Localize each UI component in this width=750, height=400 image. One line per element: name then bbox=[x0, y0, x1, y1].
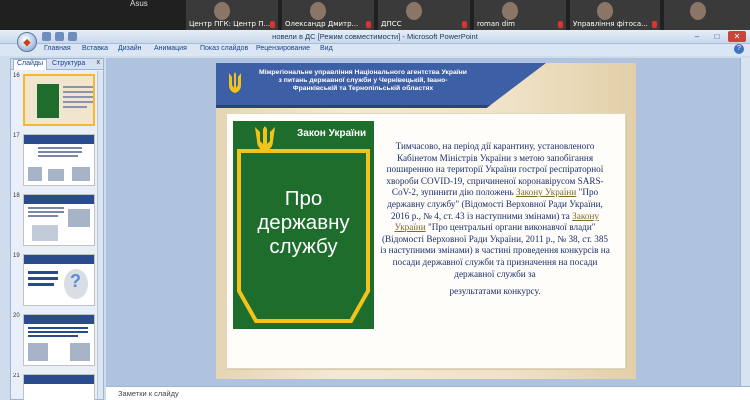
mic-muted-icon bbox=[558, 21, 563, 28]
tab-animation[interactable]: Анимация bbox=[154, 45, 187, 52]
slide-thumbnail[interactable] bbox=[23, 134, 95, 186]
screen: Asus Центр ПГК: Центр П... Олександр Дми… bbox=[0, 0, 750, 400]
slide-thumbnail[interactable]: ? bbox=[23, 254, 95, 306]
question-mark-icon: ? bbox=[70, 271, 81, 291]
minimize-button[interactable]: – bbox=[688, 31, 706, 42]
tab-review[interactable]: Рецензирование bbox=[256, 45, 310, 52]
participant-name: Центр ПГК: Центр П... bbox=[189, 20, 271, 28]
participant-avatar bbox=[405, 2, 422, 20]
book-law-label: Закон України bbox=[297, 128, 367, 139]
book-title: Про державну службу bbox=[257, 187, 350, 258]
participant-name: Олександр Дмитр... bbox=[285, 20, 359, 28]
ribbon-tabs: Главная Вставка Дизайн Анимация Показ сл… bbox=[0, 44, 750, 56]
tab-design[interactable]: Дизайн bbox=[118, 45, 142, 52]
slide-thumbnail[interactable] bbox=[23, 194, 95, 246]
tab-home[interactable]: Главная bbox=[44, 45, 71, 52]
trident-icon bbox=[229, 72, 241, 93]
participant-name: ДПСС bbox=[381, 20, 402, 28]
participant-avatar bbox=[501, 2, 518, 20]
slide-number: 18 bbox=[13, 193, 20, 199]
slide-thumbnail[interactable] bbox=[23, 314, 95, 366]
window-controls: – □ ✕ bbox=[688, 31, 746, 42]
trident-emblem-icon bbox=[255, 126, 275, 151]
office-logo-icon: ◆ bbox=[23, 36, 31, 47]
tab-view[interactable]: Вид bbox=[320, 45, 333, 52]
notes-area[interactable]: Заметки к слайду bbox=[106, 386, 750, 400]
slide-editing-area: Міжрегіональне управління Національного … bbox=[106, 58, 750, 386]
slide-number: 16 bbox=[13, 73, 20, 79]
tab-slideshow[interactable]: Показ слайдов bbox=[200, 45, 248, 52]
participant-avatar bbox=[597, 2, 613, 20]
book-thumbnail-image bbox=[37, 84, 59, 118]
office-button[interactable]: ◆ bbox=[17, 32, 37, 52]
slide-thumbnail[interactable] bbox=[23, 374, 95, 400]
tab-outline[interactable]: Структура bbox=[49, 60, 88, 67]
participant-avatar bbox=[309, 2, 326, 20]
slides-panel-tabs: Слайды Структура x bbox=[11, 59, 103, 70]
editor-scrollbar[interactable] bbox=[740, 58, 750, 386]
slide-thumbnail-row[interactable]: 17 bbox=[11, 133, 103, 191]
device-label: Asus bbox=[130, 0, 148, 8]
participant-avatar bbox=[689, 2, 706, 20]
slide-thumbnail-row[interactable]: 18 bbox=[11, 193, 103, 251]
current-slide[interactable]: Міжрегіональне управління Національного … bbox=[216, 63, 636, 379]
slides-panel: Слайды Структура x 16 17 18 19 ? 20 21 bbox=[10, 58, 104, 400]
help-icon[interactable]: ? bbox=[734, 44, 744, 54]
slide-thumbnail[interactable] bbox=[23, 74, 95, 126]
participant-name: roman dim bbox=[477, 20, 515, 28]
participant-tile[interactable]: Управління фітоса... bbox=[570, 0, 660, 30]
slide-header-text: Міжрегіональне управління Національного … bbox=[259, 69, 467, 92]
video-conference-strip: Asus Центр ПГК: Центр П... Олександр Дми… bbox=[0, 0, 750, 30]
slides-panel-scrollbar[interactable] bbox=[97, 71, 103, 399]
participant-name: Управління фітоса... bbox=[573, 20, 648, 28]
slide-number: 21 bbox=[13, 373, 20, 379]
participant-tile[interactable]: Центр ПГК: Центр П... bbox=[186, 0, 278, 30]
close-button[interactable]: ✕ bbox=[728, 31, 746, 42]
law-book-image: Закон України Про державну службу bbox=[233, 121, 374, 329]
participant-tile[interactable] bbox=[664, 0, 750, 30]
maximize-button[interactable]: □ bbox=[708, 31, 726, 42]
slide-thumbnail-row[interactable]: 19 ? bbox=[11, 253, 103, 311]
mic-muted-icon bbox=[462, 21, 467, 28]
mic-muted-icon bbox=[652, 21, 657, 28]
notes-placeholder: Заметки к слайду bbox=[118, 389, 179, 398]
participant-avatar bbox=[213, 2, 230, 20]
participant-tile[interactable]: roman dim bbox=[474, 0, 566, 30]
slide-number: 20 bbox=[13, 313, 20, 319]
powerpoint-window: ◆ новели в ДС [Режим совместимости] - Mi… bbox=[0, 30, 750, 400]
close-panel-icon[interactable]: x bbox=[97, 59, 101, 66]
slide-number: 17 bbox=[13, 133, 20, 139]
mic-muted-icon bbox=[366, 21, 371, 28]
participant-tile[interactable]: ДПСС bbox=[378, 0, 470, 30]
window-title: новели в ДС [Режим совместимости] - Micr… bbox=[272, 32, 478, 41]
slide-body-text[interactable]: Тимчасово, на період дії карантину, уста… bbox=[379, 141, 611, 298]
slide-thumbnail-row[interactable]: 20 bbox=[11, 313, 103, 371]
title-bar: новели в ДС [Режим совместимости] - Micr… bbox=[0, 30, 750, 44]
slide-thumbnail-row[interactable]: 21 bbox=[11, 373, 103, 400]
tab-slides[interactable]: Слайды bbox=[13, 59, 48, 70]
slide-number: 19 bbox=[13, 253, 20, 259]
mic-muted-icon bbox=[270, 21, 275, 28]
participant-tile[interactable]: Олександр Дмитр... bbox=[282, 0, 374, 30]
law-link[interactable]: Закону України bbox=[516, 187, 576, 197]
slide-thumbnail-row[interactable]: 16 bbox=[11, 73, 103, 131]
tab-insert[interactable]: Вставка bbox=[82, 45, 108, 52]
